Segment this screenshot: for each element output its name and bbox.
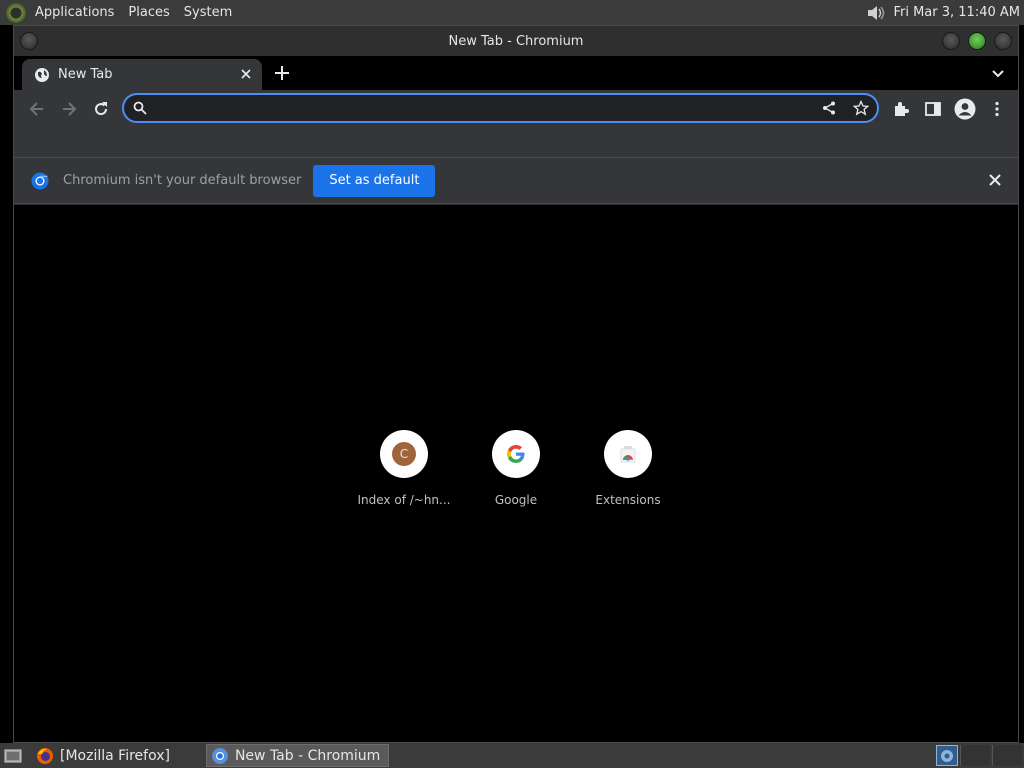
new-tab-page: C Index of /~hn... Google Extensions (14, 205, 1018, 742)
applications-menu[interactable]: Applications (28, 0, 121, 25)
address-input[interactable] (154, 95, 814, 121)
shortcut-label: Extensions (595, 493, 661, 507)
more-menu-icon[interactable] (987, 99, 1007, 119)
extensions-icon (620, 446, 636, 463)
tab-title: New Tab (58, 67, 113, 82)
tab-strip: New Tab (14, 56, 1018, 90)
search-icon (133, 101, 147, 115)
show-desktop-icon[interactable] (4, 747, 22, 765)
back-arrow-icon[interactable] (27, 99, 47, 119)
shortcut-tile[interactable]: C Index of /~hn... (348, 430, 460, 520)
tab-search-chevron-icon[interactable] (990, 65, 1006, 81)
new-tab-button[interactable] (272, 63, 292, 83)
distro-logo-icon[interactable] (6, 2, 26, 23)
maximize-button[interactable] (968, 32, 986, 50)
top-panel: Applications Places System Fri Mar 3, 11… (0, 0, 1024, 25)
omnibox[interactable] (122, 93, 879, 123)
chromium-mini-icon (941, 749, 953, 762)
forward-arrow-icon[interactable] (59, 99, 79, 119)
google-icon (507, 445, 525, 463)
taskbar-item-label: [Mozilla Firefox] (60, 747, 170, 764)
side-panel-icon[interactable] (923, 99, 943, 119)
top-menu: Applications Places System (28, 0, 239, 25)
infobar-message: Chromium isn't your default browser (63, 173, 302, 188)
clock[interactable]: Fri Mar 3, 11:40 AM (893, 5, 1020, 20)
bookmark-star-icon[interactable] (853, 100, 869, 116)
volume-icon[interactable] (865, 3, 885, 23)
shortcut-label: Index of /~hn... (357, 493, 451, 507)
system-menu[interactable]: System (177, 0, 239, 25)
bottom-taskbar: [Mozilla Firefox] New Tab - Chromium (0, 743, 1024, 768)
profile-avatar-icon[interactable] (954, 98, 976, 120)
workspace-switcher-1[interactable] (936, 745, 958, 766)
minimize-button[interactable] (942, 32, 960, 50)
firefox-icon (37, 747, 53, 764)
chromium-icon (211, 747, 228, 764)
extensions-puzzle-icon[interactable] (891, 99, 911, 119)
globe-icon (35, 67, 49, 82)
taskbar-item-chromium[interactable]: New Tab - Chromium (205, 744, 390, 767)
shortcut-tile[interactable]: Google (460, 430, 572, 520)
close-infobar-icon[interactable] (988, 173, 1002, 187)
shortcut-tile[interactable]: Extensions (572, 430, 684, 520)
panel-tray: Fri Mar 3, 11:40 AM (865, 0, 1020, 25)
chromium-window: New Tab - Chromium New Tab Chromium isn'… (13, 25, 1019, 743)
chromium-logo-icon (31, 172, 49, 189)
close-tab-icon[interactable] (238, 66, 254, 82)
workspace-switcher-3[interactable] (992, 745, 1022, 766)
places-menu[interactable]: Places (121, 0, 176, 25)
shortcut-icon-circle (604, 430, 652, 478)
shortcut-label: Google (494, 493, 538, 507)
taskbar-item-label: New Tab - Chromium (234, 747, 381, 764)
shortcut-icon-circle (492, 430, 540, 478)
window-title: New Tab - Chromium (448, 33, 584, 49)
default-browser-infobar: Chromium isn't your default browser Set … (14, 158, 1018, 204)
toolbar (14, 90, 1018, 128)
window-menu-button[interactable] (20, 32, 38, 50)
workspace-switcher-2[interactable] (960, 745, 990, 766)
bookmarks-bar-area (14, 128, 1018, 158)
reload-icon[interactable] (91, 99, 111, 119)
shortcut-icon-circle: C (380, 430, 428, 478)
window-titlebar[interactable]: New Tab - Chromium (14, 26, 1018, 56)
close-window-button[interactable] (994, 32, 1012, 50)
set-as-default-button[interactable]: Set as default (313, 164, 436, 197)
taskbar-item-firefox[interactable]: [Mozilla Firefox] (32, 744, 178, 767)
share-icon[interactable] (821, 100, 837, 116)
tab-new-tab[interactable]: New Tab (22, 59, 262, 90)
letter-c-icon: C (392, 442, 416, 466)
